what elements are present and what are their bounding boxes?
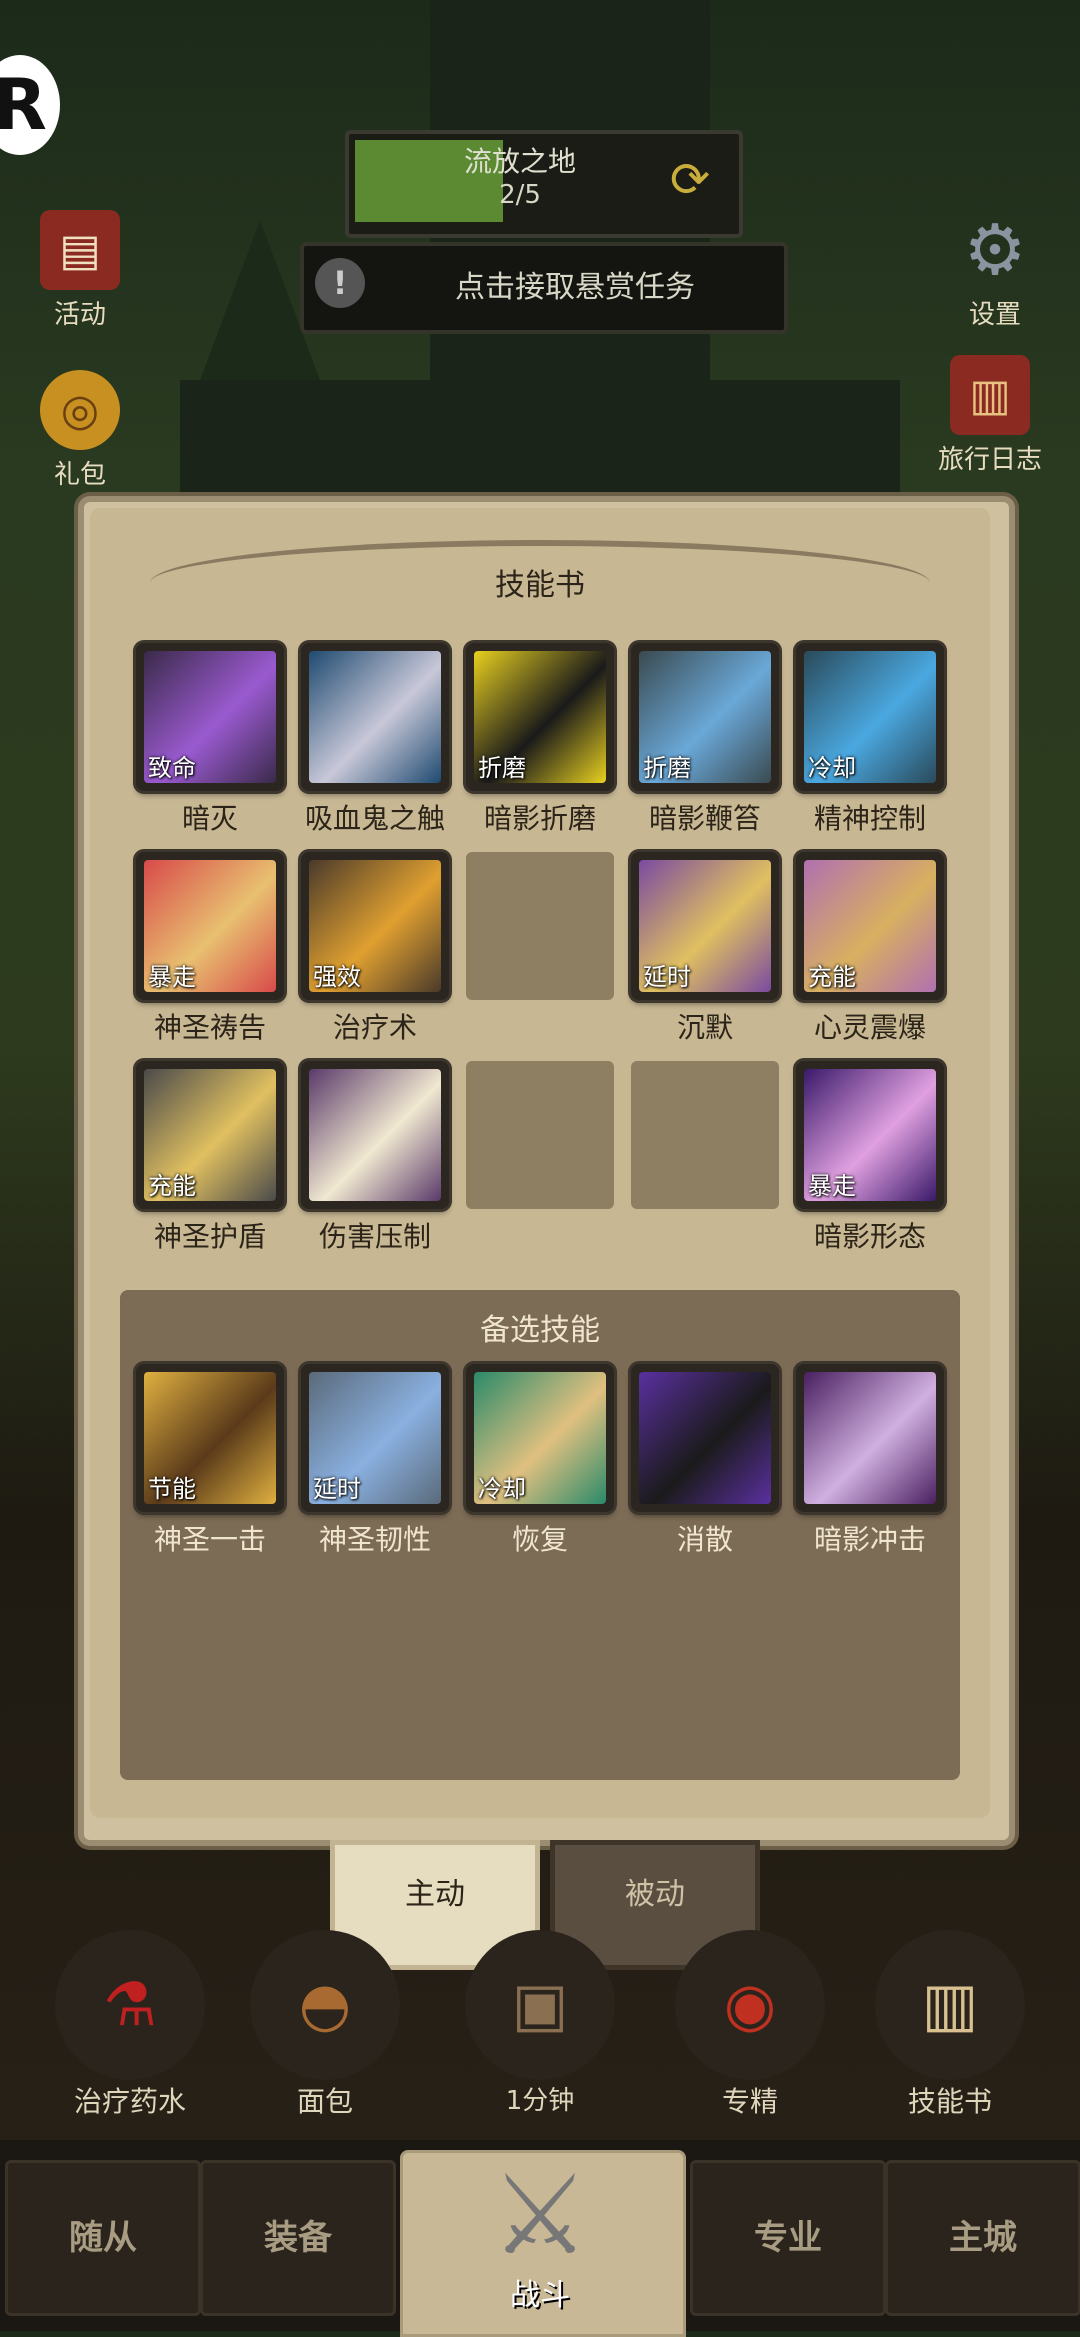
- skill-name: 神圣祷告: [153, 1011, 266, 1044]
- chest-timer: 1分钟: [505, 2086, 575, 2116]
- skill-name: 暗影冲击: [813, 1523, 926, 1556]
- chest-button[interactable]: ▣: [450, 1930, 630, 2080]
- empty-skill-slot[interactable]: [631, 1061, 779, 1209]
- specialization-label: 专精: [721, 2085, 778, 2118]
- healing-potion-button[interactable]: ⚗ 治疗药水: [40, 1930, 220, 2120]
- skill-slot[interactable]: 冷却: [796, 643, 944, 791]
- activity-label: 活动: [53, 300, 106, 330]
- coin-icon: ◎: [40, 370, 120, 450]
- skill-tag: 延时: [313, 1475, 361, 1503]
- target-icon: ◉: [675, 1930, 825, 2080]
- skill-slot[interactable]: 节能: [136, 1364, 284, 1512]
- bounty-task-text: 点击接取悬赏任务: [455, 270, 695, 305]
- settings-label: 设置: [968, 300, 1021, 330]
- gift-pack-label: 礼包: [53, 460, 106, 490]
- skill-name: 心灵震爆: [813, 1011, 926, 1044]
- empty-skill-slot[interactable]: [466, 852, 614, 1000]
- skill-tag: 节能: [148, 1475, 196, 1503]
- skill-slot[interactable]: 致命: [136, 643, 284, 791]
- skill-name: 恢复: [511, 1523, 568, 1556]
- skill-slot[interactable]: 充能: [136, 1061, 284, 1209]
- skill-tag: 延时: [643, 963, 691, 991]
- skill-name: 治疗术: [332, 1011, 417, 1044]
- skill-name: 吸血鬼之触: [304, 802, 445, 835]
- skill-slot[interactable]: [301, 643, 449, 791]
- exclamation-icon: !: [315, 258, 365, 308]
- book-icon: ▥: [950, 355, 1030, 435]
- bread-label: 面包: [296, 2085, 353, 2118]
- skill-slot[interactable]: [631, 1364, 779, 1512]
- skill-tag: 致命: [148, 754, 196, 782]
- skill-slot[interactable]: 冷却: [466, 1364, 614, 1512]
- skill-tag: 暴走: [148, 963, 196, 991]
- nav-main-city[interactable]: 主城: [885, 2160, 1080, 2316]
- gear-icon: ⚙: [963, 209, 1027, 291]
- travel-log-label: 旅行日志: [937, 445, 1042, 475]
- region-progress-text: 2/5: [499, 180, 541, 210]
- skill-name: 神圣护盾: [153, 1220, 266, 1253]
- skill-slot[interactable]: 强效: [301, 852, 449, 1000]
- skill-tag: 冷却: [808, 754, 856, 782]
- skillbook-button[interactable]: ▥ 技能书: [860, 1930, 1040, 2120]
- skill-slot[interactable]: 充能: [796, 852, 944, 1000]
- skill-tag: 充能: [808, 963, 856, 991]
- skill-tag: 折磨: [643, 754, 691, 782]
- skillbook-icon: ▥: [875, 1930, 1025, 2080]
- skill-tag: 冷却: [478, 1475, 526, 1503]
- skill-icon: [309, 651, 441, 783]
- gift-pack-button[interactable]: ◎ 礼包: [20, 370, 140, 491]
- skill-name: 精神控制: [813, 802, 926, 835]
- skill-name: 暗影折磨: [483, 802, 596, 835]
- skill-slot[interactable]: 暴走: [796, 1061, 944, 1209]
- specialization-button[interactable]: ◉ 专精: [660, 1930, 840, 2120]
- skill-slot[interactable]: [301, 1061, 449, 1209]
- potion-icon: ⚗: [55, 1930, 205, 2080]
- scroll-icon: ▤: [40, 210, 120, 290]
- skill-icon: [309, 1069, 441, 1201]
- region-name: 流放之地: [463, 145, 576, 178]
- crossed-swords-icon: ⚔: [490, 2151, 590, 2279]
- activity-button[interactable]: ▤ 活动: [20, 210, 140, 331]
- travel-log-button[interactable]: ▥ 旅行日志: [930, 355, 1050, 476]
- skill-tag: 强效: [313, 963, 361, 991]
- bread-icon: ◓: [250, 1930, 400, 2080]
- skillbook-label: 技能书: [907, 2085, 992, 2118]
- healing-potion-label: 治疗药水: [73, 2085, 186, 2118]
- skill-name: 暗影鞭笞: [648, 802, 761, 835]
- refresh-icon[interactable]: ⟳: [660, 150, 720, 210]
- nav-equipment[interactable]: 装备: [200, 2160, 396, 2316]
- skill-slot[interactable]: 折磨: [466, 643, 614, 791]
- skill-name: 暗影形态: [813, 1220, 926, 1253]
- logo-badge[interactable]: R: [0, 55, 60, 155]
- skill-slot[interactable]: 暴走: [136, 852, 284, 1000]
- skill-name: 神圣一击: [153, 1523, 266, 1556]
- skill-name: 暗灭: [181, 802, 238, 835]
- skill-name: 消散: [676, 1523, 733, 1556]
- skill-slot[interactable]: [796, 1364, 944, 1512]
- settings-button[interactable]: ⚙ 设置: [935, 209, 1055, 331]
- skill-tag: 充能: [148, 1172, 196, 1200]
- skill-name: 沉默: [676, 1011, 733, 1044]
- skill-name: 伤害压制: [318, 1220, 431, 1253]
- skill-icon: [804, 1372, 936, 1504]
- empty-skill-slot[interactable]: [466, 1061, 614, 1209]
- skill-name: 神圣韧性: [318, 1523, 431, 1556]
- skill-tag: 暴走: [808, 1172, 856, 1200]
- skill-slot[interactable]: 延时: [631, 852, 779, 1000]
- chest-icon: ▣: [465, 1930, 615, 2080]
- skill-icon: [639, 1372, 771, 1504]
- nav-battle-label: 战斗: [510, 2278, 570, 2313]
- reserve-skills-title: 备选技能: [480, 1313, 600, 1348]
- skill-slot[interactable]: 延时: [301, 1364, 449, 1512]
- skill-slot[interactable]: 折磨: [631, 643, 779, 791]
- dialog-title: 技能书: [495, 568, 585, 603]
- skill-tag: 折磨: [478, 754, 526, 782]
- nav-profession[interactable]: 专业: [690, 2160, 886, 2316]
- bread-button[interactable]: ◓ 面包: [235, 1930, 415, 2120]
- nav-followers[interactable]: 随从: [5, 2160, 201, 2316]
